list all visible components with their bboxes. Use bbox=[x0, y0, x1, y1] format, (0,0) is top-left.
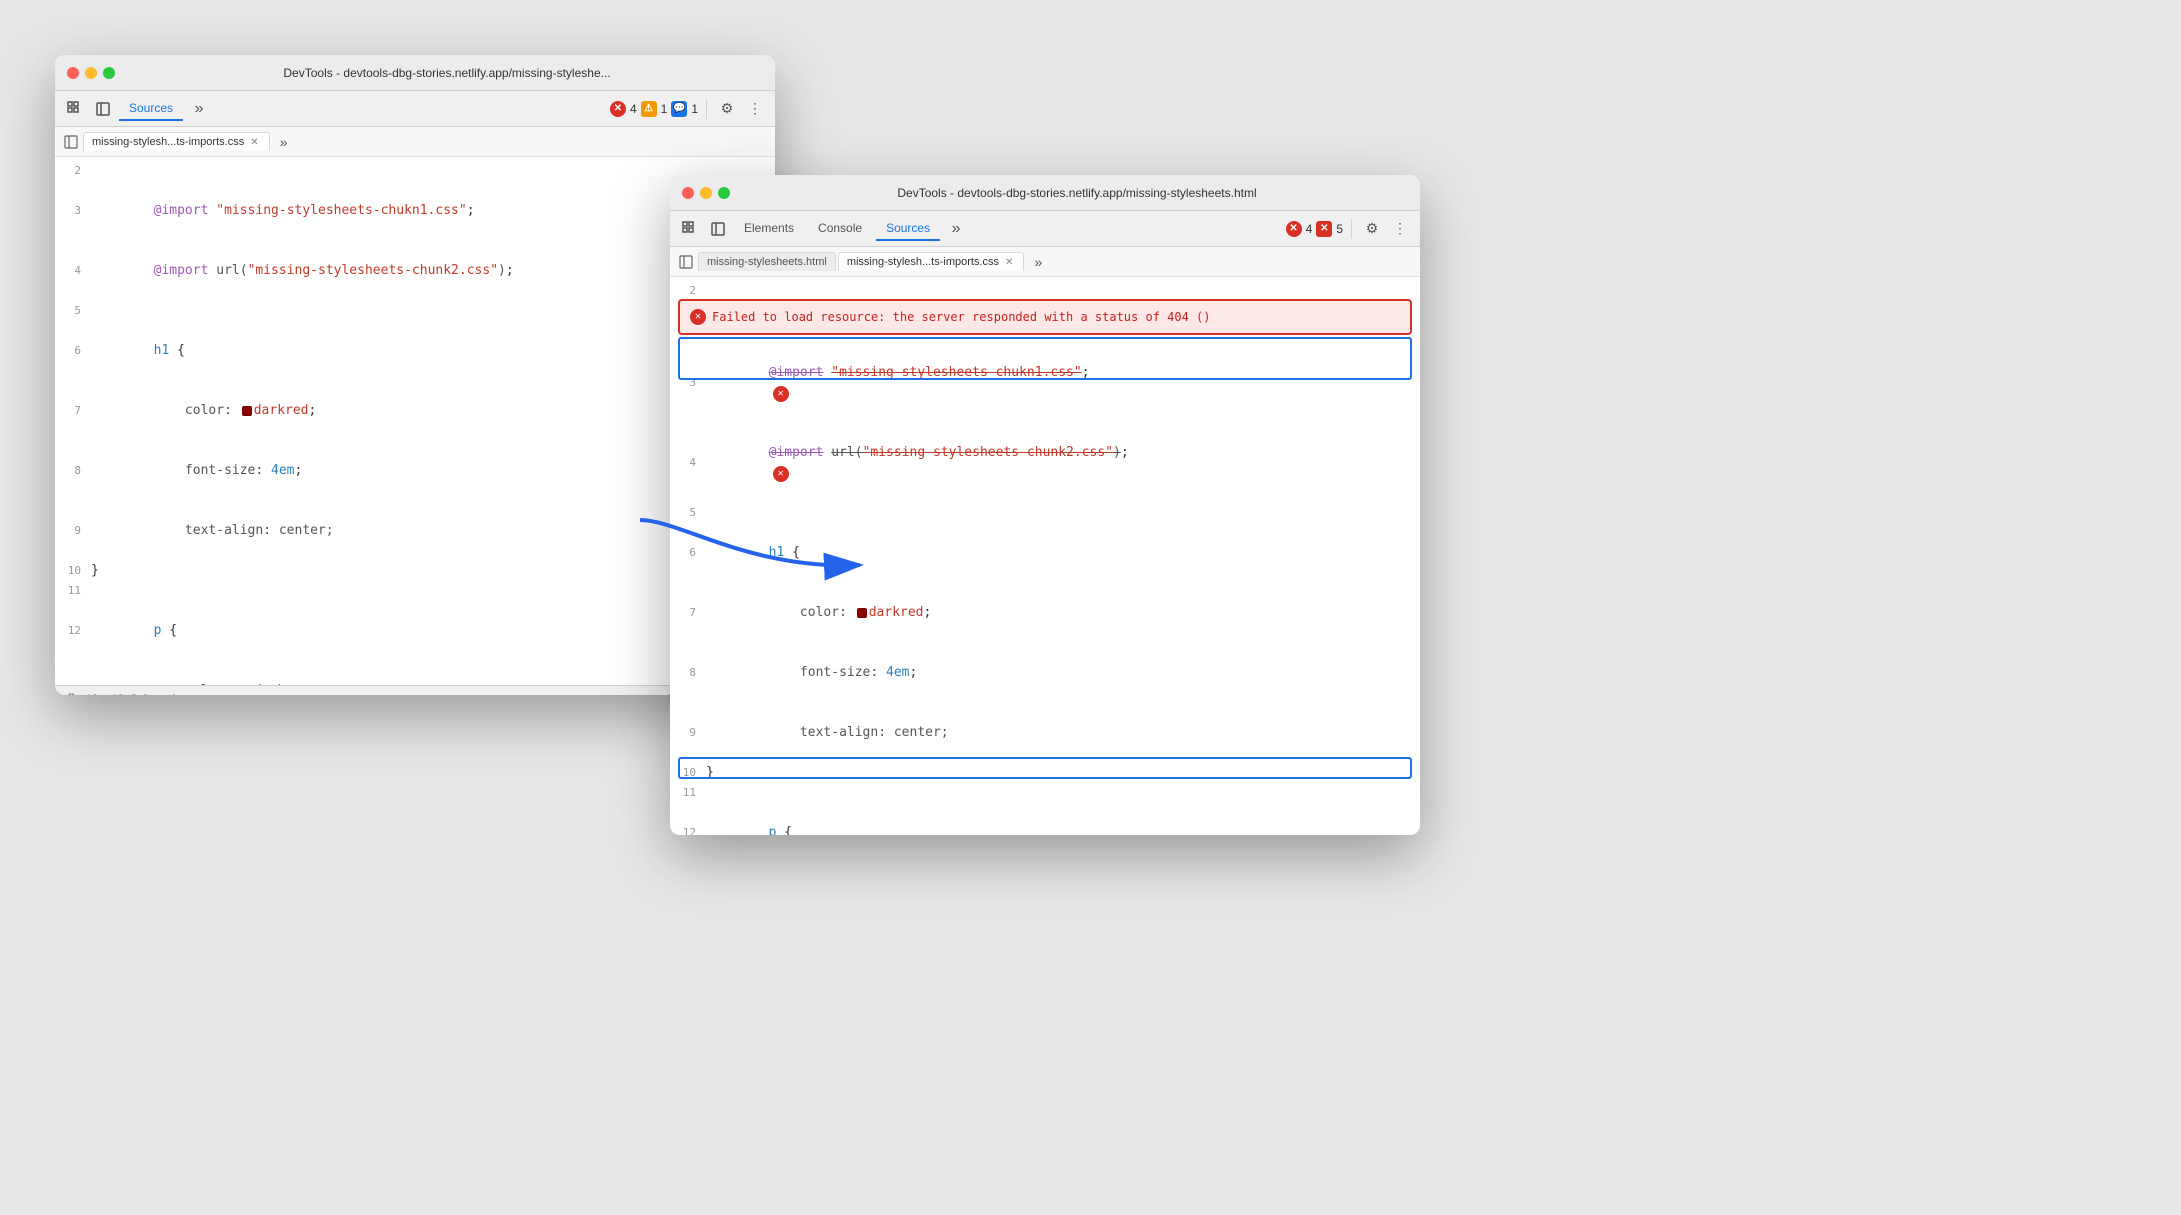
line3-error-badge: ✕ bbox=[773, 386, 789, 402]
info-icon: 💬 bbox=[671, 101, 687, 117]
tab-sources-1[interactable]: Sources bbox=[119, 97, 183, 121]
code-line2-8: 8 font-size: 4em; bbox=[670, 643, 1420, 703]
more-files-icon-2[interactable]: » bbox=[1026, 250, 1050, 274]
error-badge-container-2: ✕ 4 ✕ 5 bbox=[1286, 221, 1343, 237]
more-tabs-icon[interactable]: » bbox=[187, 97, 211, 121]
panel-icon[interactable] bbox=[91, 97, 115, 121]
error2-icon-2: ✕ bbox=[1316, 221, 1332, 237]
tab-elements-2[interactable]: Elements bbox=[734, 217, 804, 241]
devtools-toolbar-2: Elements Console Sources » ✕ 4 ✕ 5 ⚙ ⋮ bbox=[670, 211, 1420, 247]
code-line-2: 2 bbox=[55, 161, 775, 181]
maximize-button-2[interactable] bbox=[718, 187, 730, 199]
file-tabs-1: missing-stylesh...ts-imports.css ✕ » bbox=[55, 127, 775, 157]
devtools-window-2: DevTools - devtools-dbg-stories.netlify.… bbox=[670, 175, 1420, 835]
more-files-icon[interactable]: » bbox=[272, 130, 296, 154]
code-line2-3: 3 @import "missing-stylesheets-chukn1.cs… bbox=[670, 343, 1420, 423]
brackets-icon-1: {} bbox=[67, 691, 76, 695]
code-line2-7: 7 color: darkred; bbox=[670, 583, 1420, 643]
code-line-13: 13 color: darkgreen; bbox=[55, 661, 775, 685]
code-line2-10: 10 } bbox=[670, 763, 1420, 783]
error-message: Failed to load resource: the server resp… bbox=[712, 307, 1211, 327]
devtools-toolbar-1: Sources » ✕ 4 ⚠ 1 💬 1 ⚙ ⋮ bbox=[55, 91, 775, 127]
window-title-1: DevTools - devtools-dbg-stories.netlify.… bbox=[131, 66, 763, 80]
line4-error-badge: ✕ bbox=[773, 466, 789, 482]
code-line2-5: 5 bbox=[670, 503, 1420, 523]
code-line-11: 11 bbox=[55, 581, 775, 601]
position-label-1: Line 18, Column 1 bbox=[88, 693, 177, 696]
code-line-9: 9 text-align: center; bbox=[55, 501, 775, 561]
error-count: 4 bbox=[630, 102, 637, 116]
code-line-6: 6 h1 { bbox=[55, 321, 775, 381]
file-tab-css-close-2[interactable]: ✕ bbox=[1003, 257, 1015, 268]
code-line-12: 12 p { bbox=[55, 601, 775, 661]
info-count: 1 bbox=[691, 102, 698, 116]
code-line-7: 7 color: darkred; bbox=[55, 381, 775, 441]
maximize-button-1[interactable] bbox=[103, 67, 115, 79]
kebab-icon-2[interactable]: ⋮ bbox=[1388, 217, 1412, 241]
code-line-3: 3 @import "missing-stylesheets-chukn1.cs… bbox=[55, 181, 775, 241]
error-overlay: ✕ Failed to load resource: the server re… bbox=[678, 299, 1412, 335]
code-line-10: 10 } bbox=[55, 561, 775, 581]
cursor-icon[interactable] bbox=[63, 97, 87, 121]
toolbar-sep-2 bbox=[1351, 219, 1352, 239]
code-line2-12: 12 p { bbox=[670, 803, 1420, 835]
file-tab-close[interactable]: ✕ bbox=[248, 137, 260, 148]
tab-sources-2[interactable]: Sources bbox=[876, 217, 940, 241]
code-editor-2: ✕ Failed to load resource: the server re… bbox=[670, 277, 1420, 835]
titlebar-1: DevTools - devtools-dbg-stories.netlify.… bbox=[55, 55, 775, 91]
error-icon: ✕ bbox=[610, 101, 626, 117]
titlebar-2: DevTools - devtools-dbg-stories.netlify.… bbox=[670, 175, 1420, 211]
code-line2-6: 6 h1 { bbox=[670, 523, 1420, 583]
more-tabs-icon-2[interactable]: » bbox=[944, 217, 968, 241]
sidebar-toggle-2[interactable] bbox=[676, 252, 696, 272]
file-tab-css-label-2: missing-stylesh...ts-imports.css bbox=[847, 256, 999, 268]
code-line-4: 4 @import url("missing-stylesheets-chunk… bbox=[55, 241, 775, 301]
error-badge-container: ✕ 4 ⚠ 1 💬 1 bbox=[610, 101, 698, 117]
code-line-5: 5 bbox=[55, 301, 775, 321]
code-line2-11: 11 bbox=[670, 783, 1420, 803]
file-tab-css[interactable]: missing-stylesh...ts-imports.css ✕ bbox=[83, 132, 270, 151]
file-tab-html[interactable]: missing-stylesheets.html bbox=[698, 252, 836, 271]
warning-count: 1 bbox=[661, 102, 668, 116]
toolbar-sep bbox=[706, 99, 707, 119]
error-icon-2: ✕ bbox=[1286, 221, 1302, 237]
code-line-8: 8 font-size: 4em; bbox=[55, 441, 775, 501]
cursor-icon-2[interactable] bbox=[678, 217, 702, 241]
error-count-2: 4 bbox=[1306, 222, 1313, 236]
code-line2-4: 4 @import url("missing-stylesheets-chunk… bbox=[670, 423, 1420, 503]
traffic-lights-2 bbox=[682, 187, 730, 199]
minimize-button-2[interactable] bbox=[700, 187, 712, 199]
sidebar-toggle-1[interactable] bbox=[61, 132, 81, 152]
file-tab-css-2[interactable]: missing-stylesh...ts-imports.css ✕ bbox=[838, 252, 1025, 271]
status-bar-1: {} Line 18, Column 1 Coverage: n/a bbox=[55, 685, 775, 695]
close-button-1[interactable] bbox=[67, 67, 79, 79]
settings-icon-1[interactable]: ⚙ bbox=[715, 97, 739, 121]
code-editor-1: 2 3 @import "missing-stylesheets-chukn1.… bbox=[55, 157, 775, 685]
error-overlay-icon: ✕ bbox=[690, 309, 706, 325]
settings-icon-2[interactable]: ⚙ bbox=[1360, 217, 1384, 241]
traffic-lights-1 bbox=[67, 67, 115, 79]
close-button-2[interactable] bbox=[682, 187, 694, 199]
file-tabs-2: missing-stylesheets.html missing-stylesh… bbox=[670, 247, 1420, 277]
panel-icon-2[interactable] bbox=[706, 217, 730, 241]
file-tab-label: missing-stylesh...ts-imports.css bbox=[92, 136, 244, 148]
code-line2-9: 9 text-align: center; bbox=[670, 703, 1420, 763]
tab-console-2[interactable]: Console bbox=[808, 217, 872, 241]
code-line2-2: 2 bbox=[670, 281, 1420, 301]
error2-count-2: 5 bbox=[1336, 222, 1343, 236]
devtools-window-1: DevTools - devtools-dbg-stories.netlify.… bbox=[55, 55, 775, 695]
window-title-2: DevTools - devtools-dbg-stories.netlify.… bbox=[746, 186, 1408, 200]
warning-icon: ⚠ bbox=[641, 101, 657, 117]
kebab-icon-1[interactable]: ⋮ bbox=[743, 97, 767, 121]
file-tab-html-label: missing-stylesheets.html bbox=[707, 256, 827, 268]
minimize-button-1[interactable] bbox=[85, 67, 97, 79]
